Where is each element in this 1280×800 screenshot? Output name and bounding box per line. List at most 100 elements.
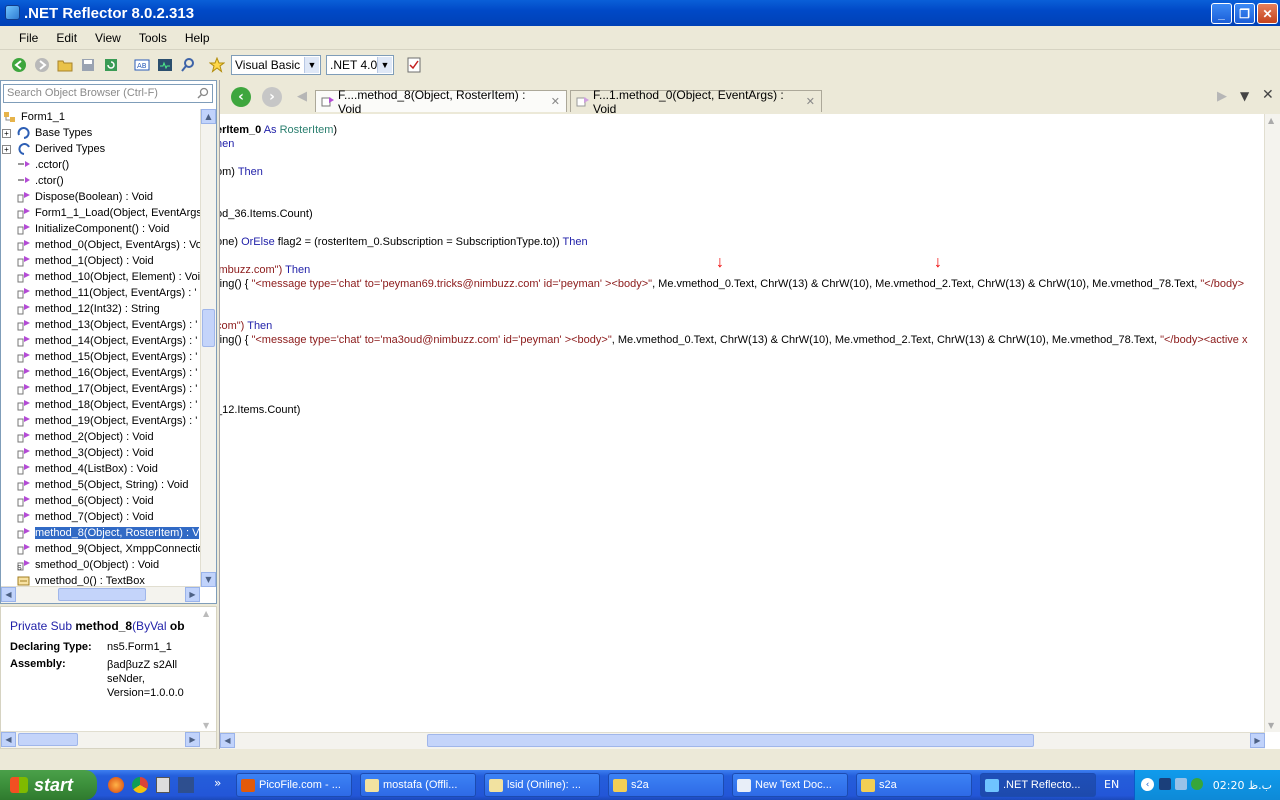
tree-node[interactable]: method_2(Object) : Void (1, 429, 200, 445)
code-scroll-down-icon[interactable]: ▼ (1268, 721, 1274, 730)
tree-node[interactable]: method_19(Object, EventArgs) : ' (1, 413, 200, 429)
menu-edit[interactable]: Edit (47, 31, 86, 45)
code-horizontal-scrollbar[interactable]: ◀ ▶ (220, 732, 1265, 749)
tree-node[interactable]: Form1_1_Load(Object, EventArgs (1, 205, 200, 221)
tree-vertical-scrollbar[interactable]: ▲ ▼ (200, 109, 216, 587)
tree-node[interactable]: method_7(Object) : Void (1, 509, 200, 525)
tree-node[interactable]: method_6(Object) : Void (1, 493, 200, 509)
tree-node[interactable]: + Base Types (1, 125, 200, 141)
quicklaunch-expand-icon[interactable]: » (214, 776, 221, 790)
menu-file[interactable]: File (10, 31, 47, 45)
info-horizontal-scrollbar[interactable]: ◀ ▶ (1, 731, 216, 748)
framework-select[interactable]: .NET 4.0 ▼ (326, 55, 394, 75)
tree-horizontal-scrollbar[interactable]: ◀ ▶ (1, 586, 200, 603)
forward-nav-icon[interactable]: › (262, 87, 282, 107)
tree-node[interactable]: method_4(ListBox) : Void (1, 461, 200, 477)
object-tree[interactable]: Form1_1 + Base Types + Derived Types .cctor()… (1, 109, 200, 587)
tree-hscroll-thumb[interactable] (58, 588, 146, 601)
info-hscroll-thumb[interactable] (18, 733, 78, 746)
tree-node[interactable]: method_5(Object, String) : Void (1, 477, 200, 493)
tree-node[interactable]: method_11(Object, EventArgs) : ' (1, 285, 200, 301)
clock[interactable]: 02:20 ب.ظ (1213, 779, 1272, 792)
language-indicator[interactable]: EN (1104, 778, 1119, 791)
tree-node[interactable]: .ctor() (1, 173, 200, 189)
search-glass-icon[interactable] (197, 87, 209, 102)
scroll-down-arrow-icon[interactable]: ▼ (201, 572, 216, 587)
taskbar-item-mostafa[interactable]: mostafa (Offli... (360, 773, 476, 797)
tree-node[interactable]: method_8(Object, RosterItem) : V (1, 525, 200, 541)
tab-list-dropdown-icon[interactable]: ▼ (1240, 89, 1249, 103)
tree-node[interactable]: method_12(Int32) : String (1, 301, 200, 317)
scroll-right-arrow-icon[interactable]: ▶ (185, 587, 200, 602)
disassemble-icon[interactable] (156, 56, 174, 74)
code-vertical-scrollbar[interactable]: ▲ ▼ (1264, 114, 1280, 732)
tree-node[interactable]: method_14(Object, EventArgs) : ' (1, 333, 200, 349)
tree-node[interactable]: method_17(Object, EventArgs) : ' (1, 381, 200, 397)
save-icon[interactable] (79, 56, 97, 74)
tree-node[interactable]: Ssmethod_0(Object) : Void (1, 557, 200, 573)
bookmark-star-icon[interactable] (208, 56, 226, 74)
tree-node[interactable]: method_15(Object, EventArgs) : ' (1, 349, 200, 365)
code-hscroll-thumb[interactable] (427, 734, 1034, 747)
code-scroll-up-icon[interactable]: ▲ (1268, 116, 1274, 125)
tab-method-8[interactable]: F....method_8(Object, RosterItem) : Void… (315, 88, 567, 116)
network-icon[interactable] (1175, 778, 1187, 790)
back-nav-icon[interactable]: ‹ (231, 87, 251, 107)
expand-toggle-icon[interactable]: + (2, 144, 11, 154)
quicklaunch-app-icon[interactable] (156, 777, 170, 793)
info-scroll-down-icon[interactable]: ▼ (203, 721, 209, 730)
minimize-button[interactable]: _ (1211, 3, 1232, 24)
back-icon[interactable] (10, 56, 28, 74)
start-button[interactable]: start (0, 770, 97, 800)
tree-node[interactable]: vmethod_0() : TextBox (1, 573, 200, 587)
chrome-icon[interactable] (132, 777, 148, 793)
tree-node[interactable]: Dispose(Boolean) : Void (1, 189, 200, 205)
tree-node[interactable]: + Derived Types (1, 141, 200, 157)
menu-help[interactable]: Help (176, 31, 219, 45)
menu-tools[interactable]: Tools (130, 31, 176, 45)
close-button[interactable]: ✕ (1257, 3, 1278, 24)
close-tab-icon[interactable]: ✕ (806, 95, 815, 108)
tree-node[interactable]: InitializeComponent() : Void (1, 221, 200, 237)
maximize-button[interactable]: ❐ (1234, 3, 1255, 24)
tabs-scroll-left-icon[interactable]: ◀ (297, 89, 307, 104)
search-icon[interactable] (179, 56, 197, 74)
taskbar-item-reflector[interactable]: .NET Reflecto... (980, 773, 1096, 797)
close-tab-icon[interactable]: ✕ (551, 95, 560, 108)
assembly-value[interactable]: βadβuzZ s2All seNder, Version=1.0.0.0 (107, 658, 184, 700)
firefox-icon[interactable] (108, 777, 124, 793)
tree-node[interactable]: method_13(Object, EventArgs) : ' (1, 317, 200, 333)
info-vertical-scrollbar[interactable]: ▲ ▼ (200, 607, 216, 732)
tree-node[interactable]: method_16(Object, EventArgs) : ' (1, 365, 200, 381)
tray-expand-icon[interactable]: ‹ (1141, 778, 1154, 791)
code-scroll-right-icon[interactable]: ▶ (1250, 733, 1265, 748)
info-scroll-up-icon[interactable]: ▲ (203, 609, 209, 618)
quicklaunch-tool-icon[interactable] (178, 777, 194, 793)
close-all-tabs-icon[interactable]: ✕ (1262, 87, 1274, 103)
tab-method-0[interactable]: F...1.method_0(Object, EventArgs) : Void… (570, 88, 822, 116)
taskbar-item-lsid[interactable]: lsid (Online): ... (484, 773, 600, 797)
taskbar-item-folder-s2a-2[interactable]: s2a (856, 773, 972, 797)
scroll-up-arrow-icon[interactable]: ▲ (201, 109, 216, 124)
rename-icon[interactable]: AB (133, 56, 151, 74)
open-folder-icon[interactable] (56, 56, 74, 74)
tabs-scroll-right-icon[interactable]: ▶ (1217, 89, 1227, 104)
tray-status-icon[interactable] (1191, 778, 1203, 790)
search-input[interactable]: Search Object Browser (Ctrl-F) (3, 84, 213, 103)
menu-view[interactable]: View (86, 31, 130, 45)
refresh-icon[interactable] (102, 56, 120, 74)
tree-node[interactable]: method_3(Object) : Void (1, 445, 200, 461)
tree-node[interactable]: method_0(Object, EventArgs) : Vo (1, 237, 200, 253)
code-scroll-left-icon[interactable]: ◀ (220, 733, 235, 748)
tree-node[interactable]: method_10(Object, Element) : Voi (1, 269, 200, 285)
scroll-left-arrow-icon[interactable]: ◀ (1, 587, 16, 602)
info-scroll-left-icon[interactable]: ◀ (1, 732, 16, 747)
expand-toggle-icon[interactable]: + (2, 128, 11, 138)
tree-node[interactable]: method_9(Object, XmppConnectio (1, 541, 200, 557)
title-bar[interactable]: .NET Reflector 8.0.2.313 _ ❐ ✕ (0, 0, 1280, 26)
tree-node[interactable]: method_1(Object) : Void (1, 253, 200, 269)
info-scroll-right-icon[interactable]: ▶ (185, 732, 200, 747)
taskbar-item-picofile[interactable]: PicoFile.com - ... (236, 773, 352, 797)
taskbar-item-folder-s2a[interactable]: s2a (608, 773, 724, 797)
tray-app-icon[interactable] (1159, 778, 1171, 790)
